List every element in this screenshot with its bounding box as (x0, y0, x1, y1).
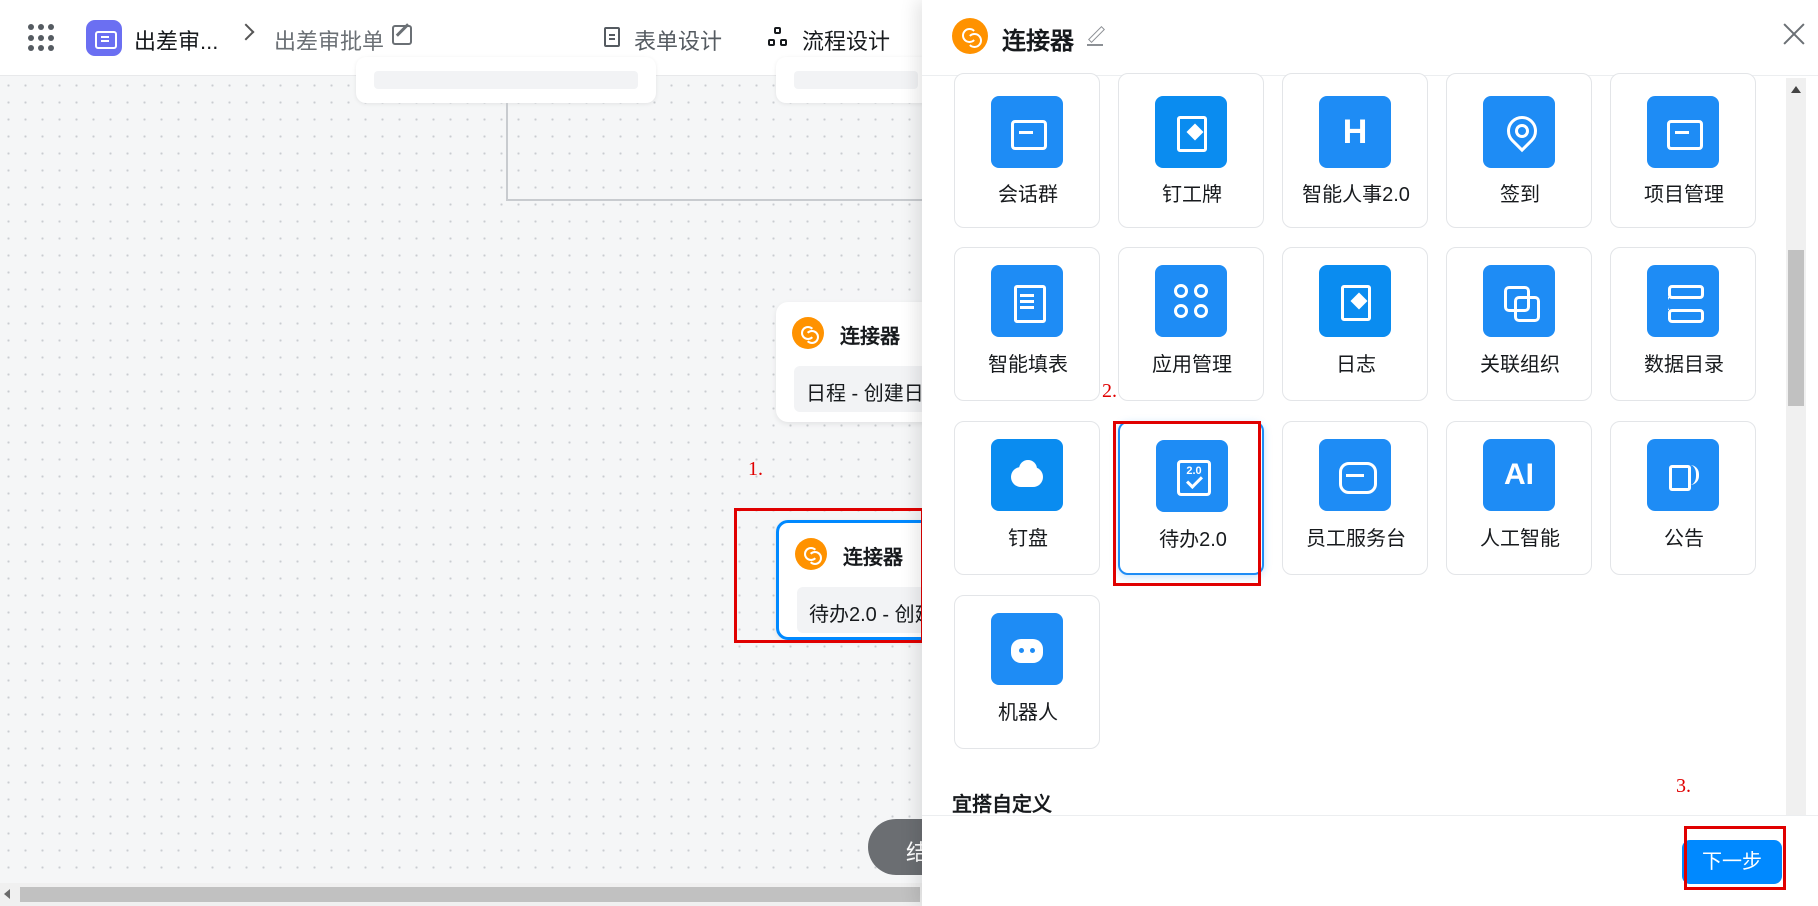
hr-icon: H (1319, 96, 1391, 168)
scroll-left-icon[interactable] (4, 889, 10, 899)
database-icon (1647, 265, 1719, 337)
annotation-box-1 (734, 508, 924, 643)
flow-connector-line (506, 103, 508, 201)
section-title-yida-custom: 宜搭自定义 (952, 794, 1052, 816)
checkin-pin-icon (1483, 96, 1555, 168)
drawer-title: 连接器 (1002, 28, 1074, 55)
chat-group-icon (991, 96, 1063, 168)
tab-form-design[interactable]: 表单设计 (634, 24, 722, 56)
app-tile-label: 会话群 (998, 184, 1058, 206)
flow-node-stub[interactable] (356, 57, 656, 103)
tab-flow-design[interactable]: 流程设计 (802, 24, 890, 56)
breadcrumb-form-name: 出差审批单 (274, 29, 385, 54)
annotation-box-2 (1113, 421, 1261, 586)
form-icon (991, 265, 1063, 337)
close-icon[interactable] (1780, 20, 1808, 48)
app-tile-label: 机器人 (998, 702, 1058, 724)
app-name[interactable]: 出差审... (134, 24, 218, 56)
flow-node-stub[interactable] (776, 57, 936, 103)
app-tile-label: 公告 (1664, 528, 1704, 550)
app-tile-ai[interactable]: AI 人工智能 (1446, 421, 1592, 575)
app-tile-label: 签到 (1500, 184, 1540, 206)
service-desk-icon (1319, 439, 1391, 511)
app-tile-data-catalog[interactable]: 数据目录 (1610, 247, 1756, 401)
app-tile-work-badge[interactable]: 钉工牌 (1118, 73, 1264, 228)
app-tile-link-org[interactable]: 关联组织 (1446, 247, 1592, 401)
app-tile-chat-group[interactable]: 会话群 (954, 73, 1100, 228)
document-icon (604, 27, 620, 47)
folder-icon (1647, 96, 1719, 168)
link-org-icon (1483, 265, 1555, 337)
app-tile-project[interactable]: 项目管理 (1610, 73, 1756, 228)
app-tile-smart-form[interactable]: 智能填表 (954, 247, 1100, 401)
flow-icon (768, 27, 788, 47)
robot-icon (991, 613, 1063, 685)
app-tile-label: 应用管理 (1152, 354, 1232, 376)
app-tile-app-manage[interactable]: 应用管理 (1118, 247, 1264, 401)
connector-icon (952, 18, 988, 54)
app-tile-label: 日志 (1336, 354, 1376, 376)
app-tile-label: 钉盘 (1008, 528, 1048, 550)
ai-icon: AI (1483, 439, 1555, 511)
node-title: 连接器 (840, 326, 900, 348)
app-tile-service-desk[interactable]: 员工服务台 (1282, 421, 1428, 575)
app-tile-checkin[interactable]: 签到 (1446, 73, 1592, 228)
app-tile-hr[interactable]: H 智能人事2.0 (1282, 73, 1428, 228)
annotation-label-1: 1. (748, 458, 763, 480)
connector-icon (792, 317, 824, 349)
edit-name-icon[interactable] (392, 25, 412, 45)
app-tile-announcement[interactable]: 公告 (1610, 421, 1756, 575)
app-logo-icon (86, 20, 122, 56)
app-tile-robot[interactable]: 机器人 (954, 595, 1100, 749)
drawer-header: 连接器 (922, 0, 1818, 76)
log-icon (1319, 265, 1391, 337)
annotation-label-2: 2. (1102, 380, 1117, 402)
flow-canvas[interactable]: 连接器 日程 - 创建日 连接器 待办2.0 - 创建 结 (0, 57, 1116, 883)
app-tile-label: 员工服务台 (1306, 528, 1406, 550)
pencil-icon[interactable] (1087, 26, 1103, 46)
app-tile-label: 项目管理 (1644, 184, 1724, 206)
connector-drawer: 连接器 会话群 钉工牌 H 智能人事2.0 签到 项目管理 智能填表 应用管理 … (922, 0, 1818, 906)
annotation-box-3 (1684, 826, 1786, 890)
scroll-up-icon[interactable] (1791, 86, 1801, 93)
scrollbar-thumb[interactable] (20, 887, 920, 902)
app-tile-label: 数据目录 (1644, 354, 1724, 376)
app-tile-label: 智能填表 (988, 354, 1068, 376)
flow-connector-line (506, 199, 926, 201)
app-tile-label: 关联组织 (1480, 354, 1560, 376)
vertical-scrollbar[interactable] (1786, 78, 1806, 815)
app-tile-label: 智能人事2.0 (1302, 184, 1410, 206)
cloud-drive-icon (991, 439, 1063, 511)
apps-icon (1155, 265, 1227, 337)
app-tile-label: 人工智能 (1480, 528, 1560, 550)
app-tile-label: 钉工牌 (1162, 184, 1222, 206)
annotation-label-3: 3. (1676, 775, 1691, 797)
app-grid-icon[interactable] (28, 24, 56, 52)
app-tile-log[interactable]: 日志 (1282, 247, 1428, 401)
announcement-icon (1647, 439, 1719, 511)
horizontal-scrollbar[interactable] (0, 883, 922, 906)
chevron-right-icon (237, 23, 255, 41)
work-badge-icon (1155, 96, 1227, 168)
app-tile-drive[interactable]: 钉盘 (954, 421, 1100, 575)
scrollbar-thumb[interactable] (1788, 250, 1804, 406)
